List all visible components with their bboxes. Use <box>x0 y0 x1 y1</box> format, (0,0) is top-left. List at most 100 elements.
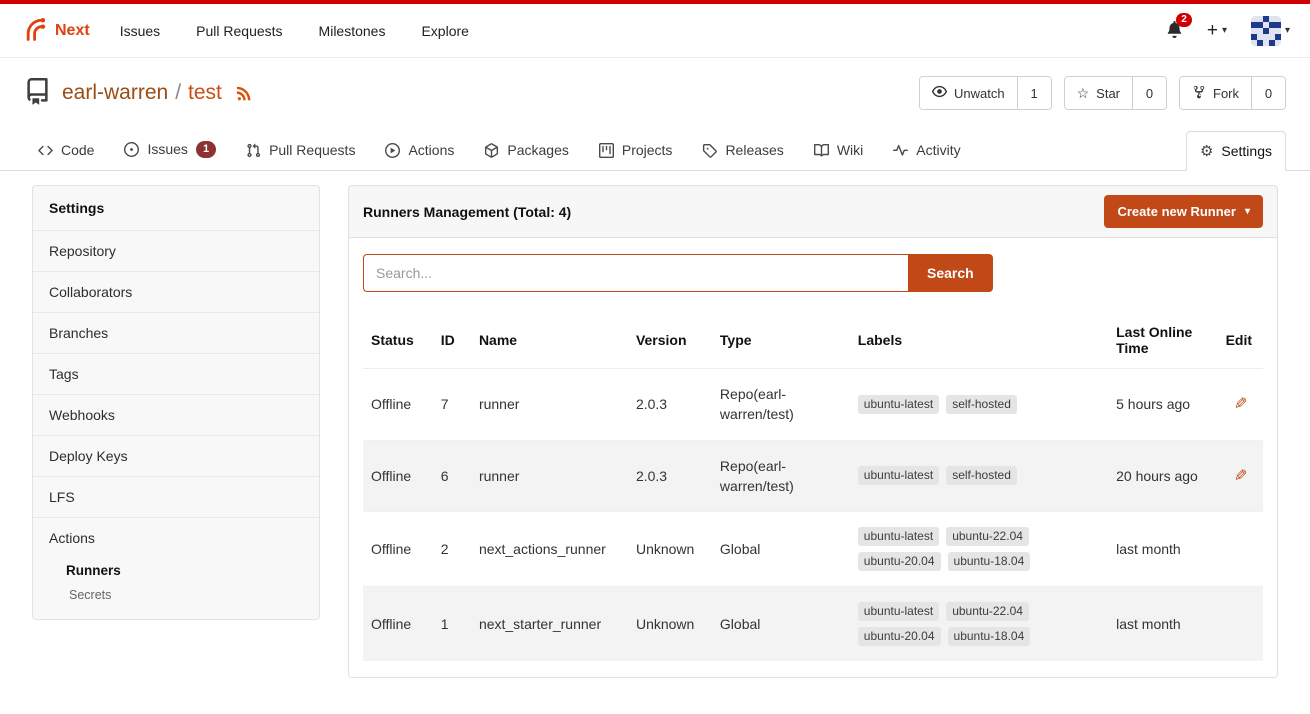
fork-label: Fork <box>1213 86 1239 101</box>
repo-action-buttons: Unwatch 1 ☆ Star 0 Fork 0 <box>919 76 1286 110</box>
repo-icon <box>24 78 51 108</box>
runner-labels: ubuntu-latest self-hosted <box>850 369 1108 441</box>
tab-projects[interactable]: Projects <box>585 130 687 170</box>
nav-item-explore[interactable]: Explore <box>421 23 468 39</box>
sidebar-item-actions[interactable]: Actions <box>33 518 319 558</box>
nav-item-issues[interactable]: Issues <box>120 23 160 39</box>
runner-type-text: Global <box>720 614 824 634</box>
star-count[interactable]: 0 <box>1132 77 1166 109</box>
settings-sidebar: Settings Repository Collaborators Branch… <box>32 185 320 620</box>
tab-pull-requests[interactable]: Pull Requests <box>232 130 369 170</box>
runner-status: Offline <box>363 440 433 512</box>
tab-label: Issues <box>147 141 187 157</box>
runner-label: ubuntu-latest <box>858 395 939 414</box>
runner-type-text: Repo(earl-warren/test) <box>720 456 824 497</box>
home-logo-link[interactable]: Next <box>20 15 90 46</box>
repo-name-link[interactable]: test <box>188 81 222 105</box>
sidebar-item-tags[interactable]: Tags <box>33 354 319 395</box>
tab-code[interactable]: Code <box>24 130 108 170</box>
search-input[interactable] <box>363 254 908 292</box>
repo-tabs: Code Issues 1 Pull Requests Actions Pack… <box>0 124 1310 171</box>
tab-settings[interactable]: ⚙ Settings <box>1186 131 1286 171</box>
nav-item-pull-requests[interactable]: Pull Requests <box>196 23 282 39</box>
create-runner-label: Create new Runner <box>1117 204 1235 219</box>
runner-version: Unknown <box>628 587 712 662</box>
top-navbar: Next Issues Pull Requests Milestones Exp… <box>0 0 1310 58</box>
topbar-right: 2 + ▾ ▾ <box>1166 16 1290 46</box>
runner-label: ubuntu-18.04 <box>948 552 1031 571</box>
tab-issues[interactable]: Issues 1 <box>110 129 230 170</box>
sidebar-title: Settings <box>33 186 319 231</box>
sidebar-item-runners[interactable]: Runners <box>33 558 319 583</box>
tab-label: Releases <box>725 142 783 158</box>
nav-item-milestones[interactable]: Milestones <box>319 23 386 39</box>
sidebar-item-collaborators[interactable]: Collaborators <box>33 272 319 313</box>
tab-activity[interactable]: Activity <box>879 130 974 170</box>
forgejo-logo-icon <box>20 15 48 46</box>
tab-label: Settings <box>1221 143 1272 159</box>
runner-name: next_starter_runner <box>471 587 628 662</box>
tab-label: Code <box>61 142 94 158</box>
runner-last-online: 20 hours ago <box>1108 440 1217 512</box>
create-runner-button[interactable]: Create new Runner ▾ <box>1104 195 1263 228</box>
code-icon <box>38 143 53 158</box>
runner-label: ubuntu-20.04 <box>858 627 941 646</box>
sidebar-item-webhooks[interactable]: Webhooks <box>33 395 319 436</box>
col-status: Status <box>363 312 433 369</box>
repo-owner-link[interactable]: earl-warren <box>62 81 168 105</box>
rss-feed-icon[interactable] <box>235 84 253 102</box>
table-header-row: Status ID Name Version Type Labels Last … <box>363 312 1263 369</box>
fork-button[interactable]: Fork <box>1180 77 1251 109</box>
sidebar-item-lfs[interactable]: LFS <box>33 477 319 518</box>
runner-name: runner <box>471 440 628 512</box>
star-button[interactable]: ☆ Star <box>1065 77 1132 109</box>
tab-wiki[interactable]: Wiki <box>800 130 877 170</box>
table-row: Offline 7 runner 2.0.3 Repo(earl-warren/… <box>363 369 1263 441</box>
tab-packages[interactable]: Packages <box>470 130 582 170</box>
runner-labels: ubuntu-latest ubuntu-22.04 ubuntu-20.04 … <box>850 587 1108 662</box>
runner-label: ubuntu-22.04 <box>946 602 1029 621</box>
col-id: ID <box>433 312 471 369</box>
runner-name: runner <box>471 369 628 441</box>
sidebar-item-deploy-keys[interactable]: Deploy Keys <box>33 436 319 477</box>
runner-label: ubuntu-22.04 <box>946 527 1029 546</box>
sidebar-item-repository[interactable]: Repository <box>33 231 319 272</box>
runner-search: Search <box>363 254 1263 292</box>
gear-icon: ⚙ <box>1200 144 1213 159</box>
edit-pencil-icon[interactable]: ✎ <box>1234 466 1247 486</box>
runner-label: ubuntu-latest <box>858 466 939 485</box>
eye-icon <box>932 84 947 102</box>
pulse-icon <box>893 143 908 158</box>
search-button[interactable]: Search <box>908 254 993 292</box>
notifications-button[interactable]: 2 <box>1166 21 1183 41</box>
edit-pencil-icon[interactable]: ✎ <box>1234 394 1247 414</box>
sidebar-item-secrets[interactable]: Secrets <box>33 583 319 607</box>
create-new-menu-button[interactable]: + ▾ <box>1207 21 1227 40</box>
user-menu-button[interactable]: ▾ <box>1251 16 1290 46</box>
runners-panel-body: Search Status ID Name Version Type Label… <box>348 238 1278 678</box>
runner-status: Offline <box>363 587 433 662</box>
runner-version: Unknown <box>628 512 712 587</box>
runner-edit: ✎ <box>1218 369 1263 441</box>
runner-type: Global <box>712 587 850 662</box>
runner-label: ubuntu-latest <box>858 527 939 546</box>
unwatch-button[interactable]: Unwatch <box>920 77 1017 109</box>
chevron-down-icon: ▾ <box>1245 206 1250 217</box>
sidebar-item-branches[interactable]: Branches <box>33 313 319 354</box>
runner-edit: ✎ <box>1218 440 1263 512</box>
package-icon <box>484 143 499 158</box>
tab-actions[interactable]: Actions <box>371 130 468 170</box>
runner-label: ubuntu-18.04 <box>948 627 1031 646</box>
runner-version: 2.0.3 <box>628 369 712 441</box>
fork-count[interactable]: 0 <box>1251 77 1285 109</box>
panel-title: Runners Management (Total: 4) <box>363 204 571 220</box>
table-row: Offline 6 runner 2.0.3 Repo(earl-warren/… <box>363 440 1263 512</box>
runner-label: self-hosted <box>946 395 1017 414</box>
fork-icon <box>1192 85 1206 102</box>
top-navigation: Issues Pull Requests Milestones Explore <box>120 23 469 39</box>
tab-releases[interactable]: Releases <box>688 130 797 170</box>
watch-count[interactable]: 1 <box>1017 77 1051 109</box>
col-name: Name <box>471 312 628 369</box>
runner-id: 1 <box>433 587 471 662</box>
col-type: Type <box>712 312 850 369</box>
